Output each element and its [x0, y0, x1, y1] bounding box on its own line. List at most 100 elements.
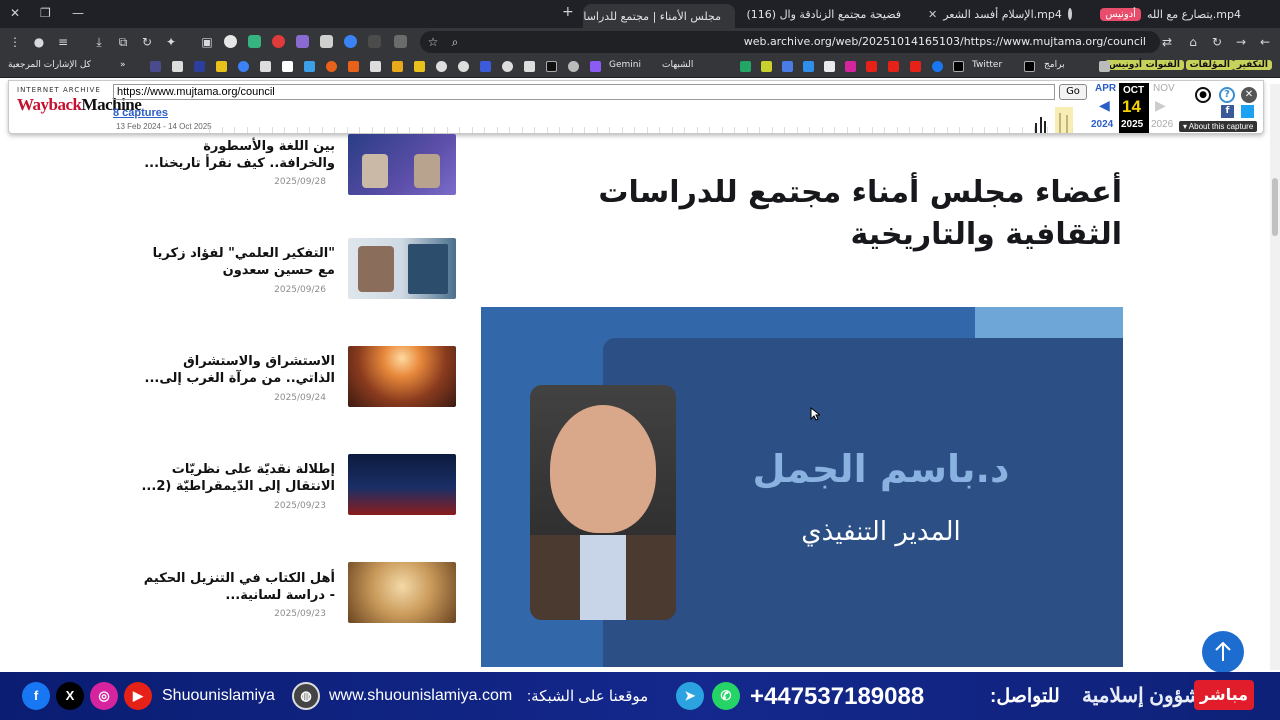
search-icon[interactable]: ⌕: [448, 35, 462, 49]
youtube-icon[interactable]: [866, 61, 877, 72]
bookmark-icon[interactable]: [304, 61, 315, 72]
extension-icon[interactable]: [368, 35, 381, 48]
post-title[interactable]: أهل الكتاب في التنزيل الحكيم - دراسة لسا…: [135, 570, 335, 604]
site-settings-icon[interactable]: ⇄: [1160, 35, 1174, 49]
twitter-share-icon[interactable]: [1241, 105, 1254, 118]
minimize-window-icon[interactable]: —: [72, 6, 84, 20]
bookmark-icon[interactable]: [502, 61, 513, 72]
google-icon[interactable]: [436, 61, 447, 72]
bookmark-baramij[interactable]: برامج: [1044, 60, 1065, 70]
ai-icon[interactable]: [150, 61, 161, 72]
bookmark-icon[interactable]: [414, 61, 425, 72]
restore-window-icon[interactable]: ❐: [40, 6, 51, 20]
prev-month[interactable]: APR: [1095, 83, 1116, 94]
prev-year[interactable]: 2024: [1091, 119, 1113, 130]
facebook-icon[interactable]: [932, 61, 943, 72]
docs-icon[interactable]: [782, 61, 793, 72]
post-title[interactable]: "التفكير العلمي" لفؤاد زكريا مع حسين سعد…: [135, 245, 335, 279]
tab-4-active[interactable]: ✕ مجلس الأمناء | مجتمع للدراسات ا: [583, 4, 735, 28]
bookmark-icon[interactable]: [282, 61, 293, 72]
bookmark-icon[interactable]: [480, 61, 491, 72]
download-icon[interactable]: ⤓: [92, 35, 106, 49]
puzzle-icon[interactable]: ▣: [200, 35, 214, 49]
bookmark-takfir[interactable]: التكفير: [1232, 60, 1272, 70]
scroll-to-top-button[interactable]: [1202, 631, 1244, 673]
apps-icon[interactable]: [1099, 61, 1110, 72]
gmail-icon[interactable]: [824, 61, 835, 72]
extension-icon[interactable]: [296, 35, 309, 48]
new-tab-button[interactable]: +: [562, 4, 574, 20]
post-title[interactable]: إطلالة نقديّة على نظريّات الانتقال إلى ا…: [135, 461, 335, 495]
close-tab-icon[interactable]: ✕: [928, 8, 937, 21]
page-scrollbar[interactable]: [1270, 84, 1280, 670]
capture-bar[interactable]: [1044, 121, 1046, 133]
prev-capture-icon[interactable]: ◀: [1099, 98, 1110, 114]
close-window-icon[interactable]: ✕: [10, 6, 20, 20]
instagram-icon[interactable]: [845, 61, 856, 72]
chart-icon[interactable]: [392, 61, 403, 72]
bookmark-icon[interactable]: [238, 61, 249, 72]
bookmark-icon[interactable]: [348, 61, 359, 72]
bookmark-twitter[interactable]: Twitter: [972, 60, 1002, 70]
help-icon[interactable]: ?: [1219, 87, 1235, 103]
back-icon[interactable]: ←: [1258, 35, 1272, 49]
bookmark-icon[interactable]: [568, 61, 579, 72]
post-thumbnail[interactable]: [348, 346, 456, 407]
camera-icon[interactable]: [320, 35, 333, 48]
extension-icon[interactable]: ✦: [164, 35, 178, 49]
bookmark-icon[interactable]: [194, 61, 205, 72]
star-icon[interactable]: ☆: [426, 35, 440, 49]
reload-icon[interactable]: ↻: [1210, 35, 1224, 49]
capture-sparkline[interactable]: [209, 105, 1085, 133]
bookmark-all[interactable]: كل الإشارات المرجعية: [8, 60, 91, 70]
url-bar[interactable]: ☆ ⌕ web.archive.org/web/20251014165103/h…: [420, 31, 1160, 53]
x-icon[interactable]: [1024, 61, 1035, 72]
home-icon[interactable]: ⌂: [1186, 35, 1200, 49]
youtube-icon[interactable]: [888, 61, 899, 72]
x-icon[interactable]: [953, 61, 964, 72]
post-thumbnail[interactable]: [348, 134, 456, 195]
extension-icon[interactable]: [224, 35, 237, 48]
drive-icon[interactable]: [740, 61, 751, 72]
post-thumbnail[interactable]: [348, 238, 456, 299]
extension-icon[interactable]: [248, 35, 261, 48]
post-title[interactable]: الاستشراق والاستشراق الذاتي.. من مرآة ال…: [135, 353, 335, 387]
bookmark-icon[interactable]: [458, 61, 469, 72]
extension-icon[interactable]: [272, 35, 285, 48]
bookmark-icon[interactable]: [326, 61, 337, 72]
gemini-icon[interactable]: [590, 61, 601, 72]
forward-icon[interactable]: →: [1234, 35, 1248, 49]
bookmark-shubuhat[interactable]: الشبهات: [662, 60, 693, 70]
bookmark-icon[interactable]: [761, 61, 772, 72]
bookmark-icon[interactable]: [524, 61, 535, 72]
user-icon[interactable]: ●: [1195, 87, 1211, 103]
youtube-icon[interactable]: [910, 61, 921, 72]
bookmark-qanawat[interactable]: القنوات: [1141, 60, 1184, 70]
profile-icon[interactable]: ●: [32, 35, 46, 49]
post-thumbnail[interactable]: [348, 562, 456, 623]
chevron-icon[interactable]: »: [120, 60, 126, 70]
extension-icon[interactable]: [344, 35, 357, 48]
bookmark-icon[interactable]: [260, 61, 271, 72]
bookmark-gemini[interactable]: Gemini: [609, 60, 641, 70]
bookmark-muallafat[interactable]: المؤلفات: [1185, 60, 1234, 70]
capture-bar[interactable]: [1035, 123, 1037, 133]
tab-3[interactable]: ✕ (116) فضيحة مجتمع الزنادقة وال: [745, 3, 915, 25]
capture-bar[interactable]: [1040, 117, 1042, 133]
scrollbar-thumb[interactable]: [1272, 178, 1278, 236]
post-title[interactable]: بين اللغة والأسطورة والخرافة.. كيف نقرأ …: [135, 138, 335, 172]
bookmark-icon[interactable]: [546, 61, 557, 72]
facebook-share-icon[interactable]: f: [1221, 105, 1234, 118]
image-icon[interactable]: [172, 61, 183, 72]
bookmark-icon[interactable]: [216, 61, 227, 72]
sort-icon[interactable]: ≡: [56, 35, 70, 49]
bookmark-adonis[interactable]: أدونيس: [1104, 60, 1146, 70]
copy-icon[interactable]: ⧉: [116, 35, 130, 49]
wayback-go-button[interactable]: Go: [1059, 84, 1087, 100]
post-thumbnail[interactable]: [348, 454, 456, 515]
captures-link[interactable]: 8 captures: [113, 107, 168, 119]
menu-icon[interactable]: ⋮: [8, 35, 22, 49]
bookmark-icon[interactable]: [803, 61, 814, 72]
about-capture-button[interactable]: ▾ About this capture: [1179, 121, 1258, 132]
close-toolbar-icon[interactable]: ✕: [1241, 87, 1257, 103]
